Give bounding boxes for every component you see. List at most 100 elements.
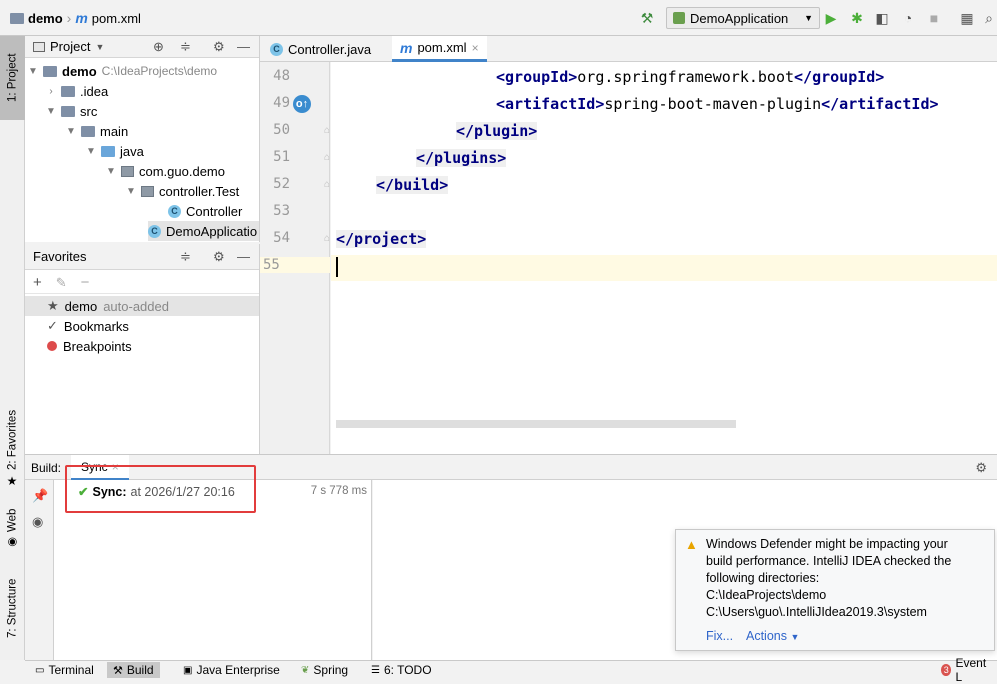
class-icon: C xyxy=(270,42,283,56)
gear-icon[interactable]: ⚙ xyxy=(213,39,225,55)
favorites-item-breakpoints[interactable]: Breakpoints xyxy=(25,336,259,356)
gear-icon[interactable]: ⚙ xyxy=(975,460,987,476)
tab-label: Terminal xyxy=(48,663,94,677)
hide-icon[interactable]: — xyxy=(237,39,250,54)
fold-marker-icon[interactable]: ⌂ xyxy=(324,233,330,244)
breadcrumb-project[interactable]: demo xyxy=(28,11,63,26)
fold-marker-icon[interactable]: ⌂ xyxy=(324,152,330,163)
line-number: 48 xyxy=(273,68,290,84)
notification-balloon: ▲ Windows Defender might be impacting yo… xyxy=(675,529,995,651)
expand-arrow-icon: ▼ xyxy=(106,165,116,177)
hide-icon[interactable]: — xyxy=(237,249,250,264)
horizontal-scrollbar[interactable] xyxy=(336,420,736,428)
sync-duration: 7 s 778 ms xyxy=(310,485,367,497)
tree-item-src[interactable]: ▼ src xyxy=(46,101,97,121)
actions-label: Actions xyxy=(746,629,787,643)
build-label: Build: xyxy=(31,461,62,475)
line-number: 55 xyxy=(260,257,330,273)
editor-gutter: 48 49 o↑ 50 51 52 53 54 55 ⌂ ⌂ ⌂ ⌂ xyxy=(260,62,330,454)
line-number: 52 xyxy=(273,176,290,192)
highlight-box xyxy=(65,465,256,513)
project-panel: Project ▼ ⊕ ≑ ⚙ — ▼ demo C:\IdeaProjects… xyxy=(25,36,260,242)
tree-item-controller[interactable]: C Controller xyxy=(168,201,242,221)
tree-item-main[interactable]: ▼ main xyxy=(66,121,128,141)
xml-tag: </project> xyxy=(336,230,427,248)
chevron-down-icon: ▼ xyxy=(804,13,813,23)
spring-icon: ❦ xyxy=(301,664,310,676)
collapse-all-icon[interactable]: ≑ xyxy=(180,249,191,265)
tab-structure[interactable]: 7: Structure xyxy=(0,566,25,650)
chevron-down-icon[interactable]: ▼ xyxy=(95,42,104,52)
profile-icon[interactable]: ◔ xyxy=(899,9,917,27)
text-caret xyxy=(336,257,338,277)
favorites-item-demo[interactable]: ★ demo auto-added xyxy=(25,296,259,316)
project-panel-title[interactable]: Project xyxy=(50,39,90,54)
class-icon: C xyxy=(148,224,161,238)
notification-text: following directories: xyxy=(706,571,820,585)
tab-label: Spring xyxy=(313,663,349,677)
source-folder-icon xyxy=(101,145,115,157)
debug-icon[interactable]: ✱ xyxy=(848,9,866,27)
run-config-select[interactable]: DemoApplication ▼ xyxy=(666,7,820,29)
stop-icon[interactable]: ■ xyxy=(925,9,943,27)
xml-tag: </artifactId> xyxy=(821,95,939,113)
tree-label: com.guo.demo xyxy=(139,163,225,179)
chevron-down-icon: ▼ xyxy=(790,632,800,642)
tree-item-demo[interactable]: ▼ demo C:\IdeaProjects\demo xyxy=(28,61,217,81)
search-icon[interactable]: ⌕ xyxy=(980,9,997,27)
bookmark-check-icon: ✓ xyxy=(47,318,58,333)
tree-item-java[interactable]: ▼ java xyxy=(86,141,144,161)
fold-marker-icon[interactable]: ⌂ xyxy=(324,179,330,190)
run-icon[interactable]: ▶ xyxy=(822,9,840,27)
fold-marker-icon[interactable]: ⌂ xyxy=(324,125,330,136)
bottom-tool-bar: ▭ Terminal ⚒ Build ▣ Java Enterprise ❦ S… xyxy=(25,656,997,684)
tree-item-idea[interactable]: › .idea xyxy=(46,81,108,101)
favorites-title: Favorites xyxy=(33,249,87,264)
code-line-52: </build> xyxy=(376,172,449,199)
eye-icon[interactable]: ◉ xyxy=(32,514,43,530)
breadcrumb-file[interactable]: pom.xml xyxy=(92,11,141,26)
pin-icon[interactable]: 📌 xyxy=(32,488,48,504)
tab-controller-java[interactable]: C Controller.java xyxy=(262,36,379,62)
maven-icon: m xyxy=(75,10,88,26)
tree-label: controller.Test xyxy=(159,183,240,199)
favorites-item-bookmarks[interactable]: ✓ Bookmarks xyxy=(25,316,259,336)
tree-item-demoapplication[interactable]: C DemoApplicatio xyxy=(148,221,259,241)
coverage-icon[interactable]: ◧ xyxy=(873,9,891,27)
collapse-all-icon[interactable]: ≑ xyxy=(180,39,191,55)
fix-link[interactable]: Fix... xyxy=(706,629,733,643)
xml-tag: </plugin> xyxy=(456,122,538,140)
xml-text: org.springframework.boot xyxy=(577,68,795,86)
xml-tag: <artifactId> xyxy=(496,95,605,113)
tab-favorites-label: 2: Favorites xyxy=(6,409,19,471)
todo-icon: ☰ xyxy=(371,664,380,676)
tree-label: DemoApplicatio xyxy=(166,223,258,239)
tree-item-package[interactable]: ▼ com.guo.demo xyxy=(106,161,225,181)
gear-icon[interactable]: ⚙ xyxy=(213,249,225,265)
tab-favorites[interactable]: ★ 2: Favorites xyxy=(0,404,25,494)
remove-icon[interactable]: − xyxy=(81,274,90,291)
override-icon[interactable]: o↑ xyxy=(293,95,311,113)
tab-label: Event L xyxy=(955,656,987,684)
tree-label: main xyxy=(100,123,129,139)
tab-project-label: 1: Project xyxy=(6,53,19,103)
caret-line xyxy=(331,255,997,281)
tab-pom-xml[interactable]: m pom.xml × xyxy=(392,36,487,62)
hammer-icon[interactable]: ⚒ xyxy=(638,9,656,27)
tab-label: Java Enterprise xyxy=(196,663,280,677)
actions-link[interactable]: Actions ▼ xyxy=(746,629,799,643)
code-editor[interactable]: <groupId>org.springframework.boot</group… xyxy=(331,62,997,454)
folder-icon xyxy=(61,105,75,117)
close-icon[interactable]: × xyxy=(472,41,479,55)
tree-item-controller-test[interactable]: ▼ controller.Test xyxy=(126,181,239,201)
project-structure-icon[interactable]: ▦ xyxy=(958,9,976,27)
edit-icon[interactable]: ✎ xyxy=(56,275,67,291)
xml-tag: </build> xyxy=(376,176,449,194)
tab-web[interactable]: ◉ Web xyxy=(0,502,25,556)
tab-project[interactable]: 1: Project xyxy=(0,36,25,120)
notification-text: C:\Users\guo\.IntelliJIdea2019.3\system xyxy=(706,605,927,619)
xml-tag: </plugins> xyxy=(416,149,507,167)
locate-icon[interactable]: ⊕ xyxy=(153,39,164,55)
add-icon[interactable]: + xyxy=(33,274,42,291)
tab-label: Build xyxy=(126,663,154,677)
